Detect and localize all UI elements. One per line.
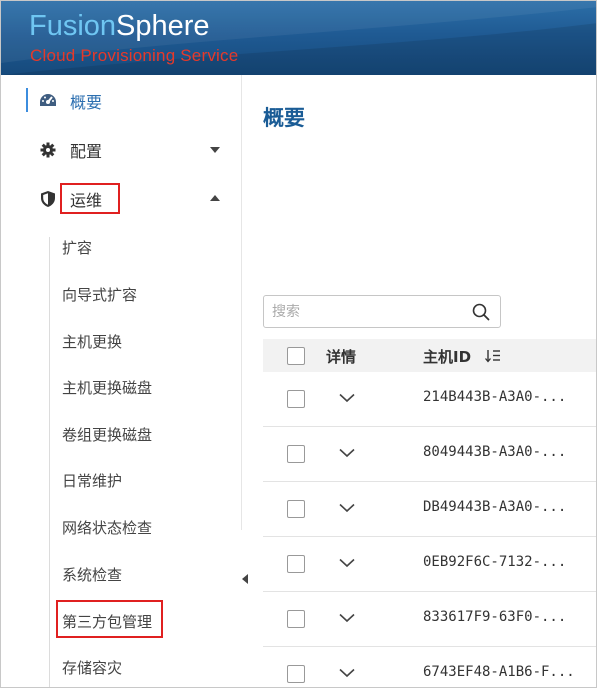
host-id-cell: 214B443B-A3A0-... bbox=[423, 389, 567, 405]
row-checkbox[interactable] bbox=[287, 445, 305, 463]
dashboard-icon bbox=[37, 90, 59, 112]
column-header-details: 详情 bbox=[326, 348, 357, 366]
chevron-down-icon[interactable] bbox=[339, 503, 355, 513]
search-input[interactable] bbox=[272, 301, 462, 323]
page-title: 概要 bbox=[263, 106, 305, 130]
sidebar-item-overview[interactable]: 概要 bbox=[37, 89, 227, 113]
table-row[interactable]: 214B443B-A3A0-... bbox=[263, 372, 596, 427]
app-header: FusionSphere Cloud Provisioning Service bbox=[1, 1, 596, 75]
app-window: FusionSphere Cloud Provisioning Service … bbox=[0, 0, 597, 688]
sidebar-subitem-daily-maintenance[interactable]: 日常维护 bbox=[62, 470, 122, 491]
highlight-box-third-party bbox=[56, 600, 163, 638]
table-header: 详情 主机ID bbox=[263, 339, 596, 372]
sort-icon[interactable] bbox=[485, 349, 501, 363]
active-indicator bbox=[26, 88, 28, 112]
sidebar-subitem-wizard-expand[interactable]: 向导式扩容 bbox=[62, 284, 137, 305]
sidebar-subitem-expand[interactable]: 扩容 bbox=[62, 237, 92, 258]
chevron-down-icon[interactable] bbox=[339, 668, 355, 678]
host-id-cell: 8049443B-A3A0-... bbox=[423, 444, 567, 460]
shield-icon bbox=[37, 188, 59, 210]
sidebar-subitem-network-check[interactable]: 网络状态检查 bbox=[62, 517, 152, 538]
sidebar-item-label: 配置 bbox=[70, 142, 103, 161]
chevron-down-icon[interactable] bbox=[339, 393, 355, 403]
sidebar-subitem-host-replace[interactable]: 主机更换 bbox=[62, 331, 122, 352]
collapse-sidebar-icon[interactable] bbox=[242, 574, 248, 584]
sidebar-subitem-storage-dr[interactable]: 存储容灾 bbox=[62, 657, 122, 678]
host-id-cell: DB49443B-A3A0-... bbox=[423, 499, 567, 515]
chevron-up-icon[interactable] bbox=[210, 195, 220, 201]
sidebar-subitem-volume-disk-replace[interactable]: 卷组更换磁盘 bbox=[62, 424, 152, 445]
table-row[interactable]: DB49443B-A3A0-... bbox=[263, 482, 596, 537]
host-id-cell: 833617F9-63F0-... bbox=[423, 609, 567, 625]
sidebar-subitem-system-check[interactable]: 系统检查 bbox=[62, 564, 122, 585]
select-all-checkbox[interactable] bbox=[287, 347, 305, 365]
table-row[interactable]: 6743EF48-A1B6-F... bbox=[263, 647, 596, 687]
row-checkbox[interactable] bbox=[287, 610, 305, 628]
host-id-cell: 0EB92F6C-7132-... bbox=[423, 554, 567, 570]
sidebar-divider bbox=[241, 75, 242, 530]
gear-icon bbox=[37, 139, 59, 161]
table-row[interactable]: 8049443B-A3A0-... bbox=[263, 427, 596, 482]
chevron-down-icon[interactable] bbox=[339, 558, 355, 568]
table-row[interactable]: 0EB92F6C-7132-... bbox=[263, 537, 596, 592]
submenu-guide-line bbox=[49, 237, 50, 687]
search-icon[interactable] bbox=[472, 303, 490, 321]
column-header-host-id[interactable]: 主机ID bbox=[423, 346, 471, 367]
sidebar-item-config[interactable]: 配置 bbox=[37, 138, 227, 162]
sidebar-item-label: 概要 bbox=[70, 93, 103, 112]
chevron-down-icon[interactable] bbox=[339, 448, 355, 458]
highlight-box-operations bbox=[60, 183, 120, 214]
search-box bbox=[263, 295, 501, 328]
brand-subtitle: Cloud Provisioning Service bbox=[30, 46, 239, 65]
row-checkbox[interactable] bbox=[287, 500, 305, 518]
row-checkbox[interactable] bbox=[287, 665, 305, 683]
table-row[interactable]: 833617F9-63F0-... bbox=[263, 592, 596, 647]
row-checkbox[interactable] bbox=[287, 555, 305, 573]
chevron-down-icon[interactable] bbox=[210, 147, 220, 153]
brand-part2: Sphere bbox=[116, 10, 210, 42]
brand-logo: FusionSphere bbox=[29, 9, 210, 43]
brand-part1: Fusion bbox=[29, 10, 117, 42]
row-checkbox[interactable] bbox=[287, 390, 305, 408]
host-id-cell: 6743EF48-A1B6-F... bbox=[423, 664, 575, 680]
chevron-down-icon[interactable] bbox=[339, 613, 355, 623]
sidebar-subitem-host-disk-replace[interactable]: 主机更换磁盘 bbox=[62, 377, 152, 398]
